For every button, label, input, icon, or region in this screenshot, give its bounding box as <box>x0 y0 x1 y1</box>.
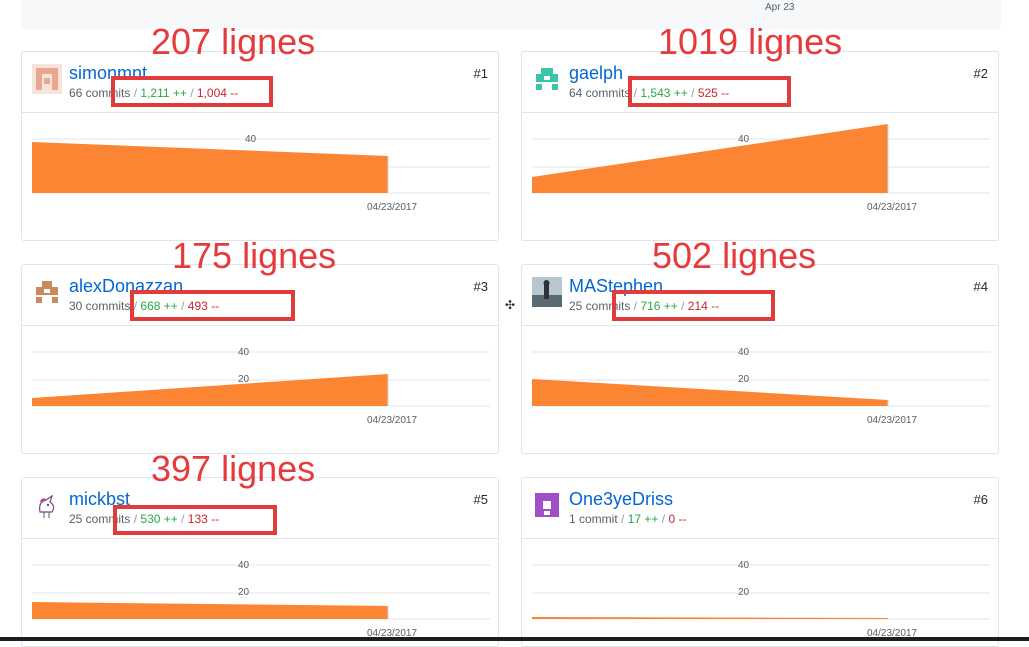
y-tick-label: 40 <box>738 134 750 145</box>
highlight-box <box>130 290 295 321</box>
date-label: 04/23/2017 <box>867 415 917 426</box>
contribution-graph: 40 20 04/23/2017 <box>532 538 990 646</box>
top-date-label: Apr 23 <box>765 2 795 13</box>
contribution-graph: 40 20 04/23/2017 <box>32 325 490 453</box>
line-count-annotation: 207 lignes <box>151 21 316 62</box>
unicorn-avatar[interactable] <box>32 490 62 520</box>
contributor-rank: #3 <box>473 279 488 294</box>
commit-count-link[interactable]: 30 commits <box>69 299 130 313</box>
date-label: 04/23/2017 <box>367 415 417 426</box>
highlight-box <box>113 505 277 535</box>
highlight-box <box>628 76 791 107</box>
y-tick-label: 40 <box>238 347 250 358</box>
contributor-card: One3yeDriss #6 1 commit / 17 ++ / 0 -- 4… <box>521 477 999 647</box>
separator: / <box>621 512 625 526</box>
card-header: One3yeDriss #6 1 commit / 17 ++ / 0 -- <box>522 478 998 539</box>
y-tick-label: 40 <box>738 347 750 358</box>
contribution-area <box>32 142 388 193</box>
contributor-rank: #5 <box>473 492 488 507</box>
contribution-area <box>32 602 388 619</box>
contributor-rank: #4 <box>973 279 988 294</box>
line-count-annotation: 1019 lignes <box>658 21 843 62</box>
contributor-rank: #6 <box>973 492 988 507</box>
y-tick-label: 20 <box>238 374 250 385</box>
photo-avatar[interactable] <box>532 277 562 307</box>
contributor-name-link[interactable]: gaelph <box>569 62 623 84</box>
additions-count: 17 ++ <box>627 512 659 526</box>
contribution-area <box>532 124 888 193</box>
identicon-avatar[interactable] <box>532 64 562 94</box>
y-tick-label: 40 <box>238 560 250 571</box>
deletions-count: 0 -- <box>668 512 687 526</box>
line-count-annotation: 397 lignes <box>151 448 316 489</box>
contribution-graph: 40 20 04/23/2017 <box>32 538 490 646</box>
contribution-area <box>532 379 888 406</box>
identicon-avatar[interactable] <box>532 490 562 520</box>
identicon-avatar[interactable] <box>32 64 62 94</box>
identicon-avatar[interactable] <box>32 277 62 307</box>
contributor-rank: #1 <box>473 66 488 81</box>
date-label: 04/23/2017 <box>867 202 917 213</box>
commit-count-link[interactable]: 1 commit <box>569 512 618 526</box>
bottom-bar <box>0 637 1029 641</box>
contributor-stats: 1 commit / 17 ++ / 0 -- <box>569 512 686 526</box>
move-cursor-icon: ✣ <box>505 298 516 312</box>
contributor-rank: #2 <box>973 66 988 81</box>
contributor-card: mickbst #5 25 commits / 530 ++ / 133 -- … <box>21 477 499 647</box>
y-tick-label: 20 <box>238 587 250 598</box>
highlight-box <box>612 290 775 321</box>
y-tick-label: 40 <box>245 134 257 145</box>
y-tick-label: 40 <box>738 560 750 571</box>
contribution-graph: 40 20 04/23/2017 <box>532 325 990 453</box>
y-tick-label: 20 <box>738 374 750 385</box>
highlight-box <box>111 76 273 107</box>
line-count-annotation: 175 lignes <box>172 235 337 276</box>
contribution-area <box>32 374 388 406</box>
commit-count-link[interactable]: 64 commits <box>569 86 630 100</box>
contribution-graph: 40 04/23/2017 <box>532 112 990 240</box>
date-label: 04/23/2017 <box>367 202 417 213</box>
y-tick-label: 20 <box>738 587 750 598</box>
separator: / <box>661 512 666 526</box>
contribution-area <box>532 617 888 619</box>
contribution-graph: 40 04/23/2017 <box>32 112 490 240</box>
line-count-annotation: 502 lignes <box>652 235 817 276</box>
contributor-name-link[interactable]: One3yeDriss <box>569 488 673 510</box>
